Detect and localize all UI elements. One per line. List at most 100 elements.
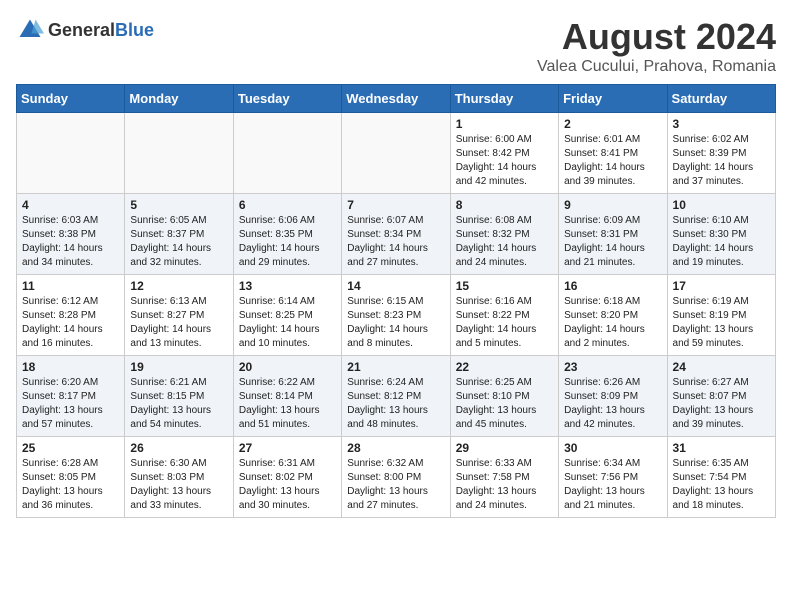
day-info: Sunrise: 6:30 AM Sunset: 8:03 PM Dayligh… bbox=[130, 457, 227, 513]
day-info: Sunrise: 6:20 AM Sunset: 8:17 PM Dayligh… bbox=[22, 376, 119, 432]
day-info: Sunrise: 6:01 AM Sunset: 8:41 PM Dayligh… bbox=[564, 133, 661, 189]
calendar-cell: 11 Sunrise: 6:12 AM Sunset: 8:28 PM Dayli… bbox=[17, 275, 125, 356]
calendar-week-2: 4 Sunrise: 6:03 AM Sunset: 8:38 PM Daylig… bbox=[17, 194, 776, 275]
day-info: Sunrise: 6:26 AM Sunset: 8:09 PM Dayligh… bbox=[564, 376, 661, 432]
day-number: 30 bbox=[564, 441, 661, 455]
day-number: 15 bbox=[456, 279, 553, 293]
calendar-cell: 18 Sunrise: 6:20 AM Sunset: 8:17 PM Dayli… bbox=[17, 356, 125, 437]
day-number: 7 bbox=[347, 198, 444, 212]
page-header: GeneralBlue August 2024 Valea Cucului, P… bbox=[16, 16, 776, 76]
calendar-cell: 15 Sunrise: 6:16 AM Sunset: 8:22 PM Dayli… bbox=[450, 275, 558, 356]
weekday-header-saturday: Saturday bbox=[667, 85, 775, 113]
calendar-cell: 2Sunrise: 6:01 AM Sunset: 8:41 PM Daylig… bbox=[559, 113, 667, 194]
day-number: 8 bbox=[456, 198, 553, 212]
calendar-week-4: 18 Sunrise: 6:20 AM Sunset: 8:17 PM Dayli… bbox=[17, 356, 776, 437]
calendar-cell: 19Sunrise: 6:21 AM Sunset: 8:15 PM Dayli… bbox=[125, 356, 233, 437]
weekday-header-row: SundayMondayTuesdayWednesdayThursdayFrid… bbox=[17, 85, 776, 113]
day-info: Sunrise: 6:28 AM Sunset: 8:05 PM Dayligh… bbox=[22, 457, 119, 513]
calendar-cell: 3 Sunrise: 6:02 AM Sunset: 8:39 PM Daylig… bbox=[667, 113, 775, 194]
calendar-cell: 10 Sunrise: 6:10 AM Sunset: 8:30 PM Dayli… bbox=[667, 194, 775, 275]
calendar-table: SundayMondayTuesdayWednesdayThursdayFrid… bbox=[16, 84, 776, 518]
weekday-header-sunday: Sunday bbox=[17, 85, 125, 113]
calendar-cell: 30 Sunrise: 6:34 AM Sunset: 7:56 PM Dayli… bbox=[559, 437, 667, 518]
location-subtitle: Valea Cucului, Prahova, Romania bbox=[537, 58, 776, 76]
calendar-cell bbox=[233, 113, 341, 194]
day-number: 20 bbox=[239, 360, 336, 374]
day-info: Sunrise: 6:21 AM Sunset: 8:15 PM Dayligh… bbox=[130, 376, 227, 432]
day-info: Sunrise: 6:24 AM Sunset: 8:12 PM Dayligh… bbox=[347, 376, 444, 432]
weekday-header-friday: Friday bbox=[559, 85, 667, 113]
day-number: 4 bbox=[22, 198, 119, 212]
day-info: Sunrise: 6:35 AM Sunset: 7:54 PM Dayligh… bbox=[673, 457, 770, 513]
day-number: 3 bbox=[673, 117, 770, 131]
day-info: Sunrise: 6:08 AM Sunset: 8:32 PM Dayligh… bbox=[456, 214, 553, 270]
day-number: 21 bbox=[347, 360, 444, 374]
calendar-cell: 7 Sunrise: 6:07 AM Sunset: 8:34 PM Daylig… bbox=[342, 194, 450, 275]
day-info: Sunrise: 6:06 AM Sunset: 8:35 PM Dayligh… bbox=[239, 214, 336, 270]
day-number: 12 bbox=[130, 279, 227, 293]
weekday-header-tuesday: Tuesday bbox=[233, 85, 341, 113]
calendar-cell: 27 Sunrise: 6:31 AM Sunset: 8:02 PM Dayli… bbox=[233, 437, 341, 518]
logo: GeneralBlue bbox=[16, 16, 154, 44]
day-info: Sunrise: 6:34 AM Sunset: 7:56 PM Dayligh… bbox=[564, 457, 661, 513]
day-info: Sunrise: 6:10 AM Sunset: 8:30 PM Dayligh… bbox=[673, 214, 770, 270]
calendar-cell: 25 Sunrise: 6:28 AM Sunset: 8:05 PM Dayli… bbox=[17, 437, 125, 518]
day-number: 17 bbox=[673, 279, 770, 293]
day-info: Sunrise: 6:07 AM Sunset: 8:34 PM Dayligh… bbox=[347, 214, 444, 270]
day-info: Sunrise: 6:31 AM Sunset: 8:02 PM Dayligh… bbox=[239, 457, 336, 513]
day-number: 27 bbox=[239, 441, 336, 455]
day-number: 10 bbox=[673, 198, 770, 212]
day-info: Sunrise: 6:33 AM Sunset: 7:58 PM Dayligh… bbox=[456, 457, 553, 513]
day-number: 16 bbox=[564, 279, 661, 293]
day-number: 25 bbox=[22, 441, 119, 455]
day-number: 14 bbox=[347, 279, 444, 293]
day-info: Sunrise: 6:16 AM Sunset: 8:22 PM Dayligh… bbox=[456, 295, 553, 351]
day-info: Sunrise: 6:25 AM Sunset: 8:10 PM Dayligh… bbox=[456, 376, 553, 432]
day-number: 29 bbox=[456, 441, 553, 455]
logo-blue: Blue bbox=[115, 20, 154, 40]
calendar-cell: 26 Sunrise: 6:30 AM Sunset: 8:03 PM Dayli… bbox=[125, 437, 233, 518]
day-info: Sunrise: 6:12 AM Sunset: 8:28 PM Dayligh… bbox=[22, 295, 119, 351]
calendar-cell: 23 Sunrise: 6:26 AM Sunset: 8:09 PM Dayli… bbox=[559, 356, 667, 437]
calendar-cell: 20 Sunrise: 6:22 AM Sunset: 8:14 PM Dayli… bbox=[233, 356, 341, 437]
title-block: August 2024 Valea Cucului, Prahova, Roma… bbox=[537, 16, 776, 76]
day-number: 31 bbox=[673, 441, 770, 455]
day-info: Sunrise: 6:15 AM Sunset: 8:23 PM Dayligh… bbox=[347, 295, 444, 351]
day-info: Sunrise: 6:03 AM Sunset: 8:38 PM Dayligh… bbox=[22, 214, 119, 270]
calendar-week-3: 11 Sunrise: 6:12 AM Sunset: 8:28 PM Dayli… bbox=[17, 275, 776, 356]
logo-icon bbox=[16, 16, 44, 44]
day-number: 5 bbox=[130, 198, 227, 212]
calendar-cell: 28Sunrise: 6:32 AM Sunset: 8:00 PM Dayli… bbox=[342, 437, 450, 518]
day-info: Sunrise: 6:05 AM Sunset: 8:37 PM Dayligh… bbox=[130, 214, 227, 270]
calendar-cell: 17Sunrise: 6:19 AM Sunset: 8:19 PM Dayli… bbox=[667, 275, 775, 356]
calendar-cell: 21 Sunrise: 6:24 AM Sunset: 8:12 PM Dayli… bbox=[342, 356, 450, 437]
day-info: Sunrise: 6:09 AM Sunset: 8:31 PM Dayligh… bbox=[564, 214, 661, 270]
calendar-week-5: 25 Sunrise: 6:28 AM Sunset: 8:05 PM Dayli… bbox=[17, 437, 776, 518]
logo-text: GeneralBlue bbox=[48, 20, 154, 41]
weekday-header-monday: Monday bbox=[125, 85, 233, 113]
calendar-cell bbox=[17, 113, 125, 194]
calendar-cell bbox=[125, 113, 233, 194]
day-number: 6 bbox=[239, 198, 336, 212]
calendar-cell: 6 Sunrise: 6:06 AM Sunset: 8:35 PM Daylig… bbox=[233, 194, 341, 275]
day-info: Sunrise: 6:00 AM Sunset: 8:42 PM Dayligh… bbox=[456, 133, 553, 189]
calendar-cell: 12Sunrise: 6:13 AM Sunset: 8:27 PM Dayli… bbox=[125, 275, 233, 356]
calendar-cell: 31 Sunrise: 6:35 AM Sunset: 7:54 PM Dayli… bbox=[667, 437, 775, 518]
day-number: 18 bbox=[22, 360, 119, 374]
weekday-header-thursday: Thursday bbox=[450, 85, 558, 113]
day-number: 11 bbox=[22, 279, 119, 293]
calendar-cell: 5 Sunrise: 6:05 AM Sunset: 8:37 PM Daylig… bbox=[125, 194, 233, 275]
calendar-cell bbox=[342, 113, 450, 194]
logo-general: General bbox=[48, 20, 115, 40]
calendar-cell: 16Sunrise: 6:18 AM Sunset: 8:20 PM Dayli… bbox=[559, 275, 667, 356]
day-number: 1 bbox=[456, 117, 553, 131]
day-number: 23 bbox=[564, 360, 661, 374]
day-info: Sunrise: 6:02 AM Sunset: 8:39 PM Dayligh… bbox=[673, 133, 770, 189]
day-info: Sunrise: 6:32 AM Sunset: 8:00 PM Dayligh… bbox=[347, 457, 444, 513]
calendar-cell: 22Sunrise: 6:25 AM Sunset: 8:10 PM Dayli… bbox=[450, 356, 558, 437]
calendar-cell: 24Sunrise: 6:27 AM Sunset: 8:07 PM Dayli… bbox=[667, 356, 775, 437]
day-info: Sunrise: 6:22 AM Sunset: 8:14 PM Dayligh… bbox=[239, 376, 336, 432]
calendar-cell: 14 Sunrise: 6:15 AM Sunset: 8:23 PM Dayli… bbox=[342, 275, 450, 356]
calendar-cell: 8 Sunrise: 6:08 AM Sunset: 8:32 PM Daylig… bbox=[450, 194, 558, 275]
day-number: 26 bbox=[130, 441, 227, 455]
